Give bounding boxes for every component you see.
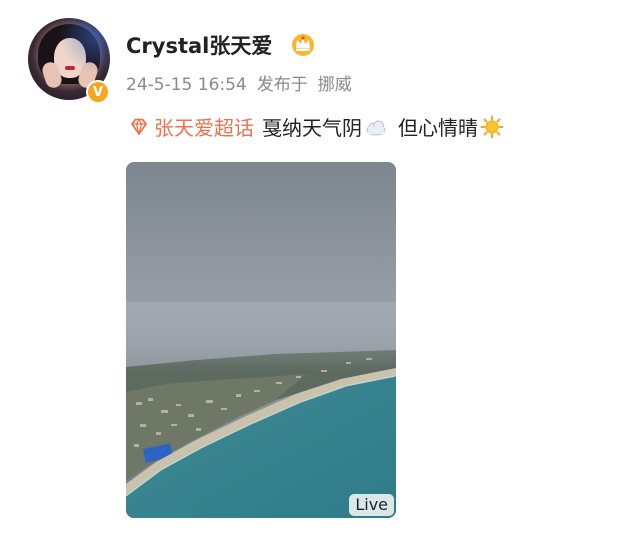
verified-badge-letter: V (92, 84, 104, 100)
post-source-prefix: 发布于 (256, 75, 308, 95)
post-meta: 24-5-15 16:54 发布于 挪威 (126, 70, 362, 95)
sun-emoji-icon (480, 115, 504, 138)
post-text-part2: 但心情晴 (398, 116, 478, 140)
post-text-part1: 戛纳天气阴 (262, 116, 362, 140)
topic-link[interactable]: 张天爱超话 (128, 112, 254, 141)
verified-badge-icon: V (86, 80, 110, 104)
topic-label: 张天爱超话 (154, 116, 254, 140)
aerial-coast-image (126, 162, 396, 518)
post-date: 24-5-15 16:54 (126, 75, 247, 95)
post-photo[interactable]: Live (126, 162, 396, 518)
post-text: 张天爱超话 戛纳天气阴 但心情晴 (128, 112, 506, 141)
live-badge[interactable]: Live (349, 494, 394, 516)
username[interactable]: Crystal张天爱 (126, 30, 272, 60)
post-location: 挪威 (317, 75, 352, 95)
diamond-supertopic-icon (131, 118, 147, 135)
cloud-emoji-icon (366, 120, 386, 135)
crown-icon (292, 34, 314, 56)
